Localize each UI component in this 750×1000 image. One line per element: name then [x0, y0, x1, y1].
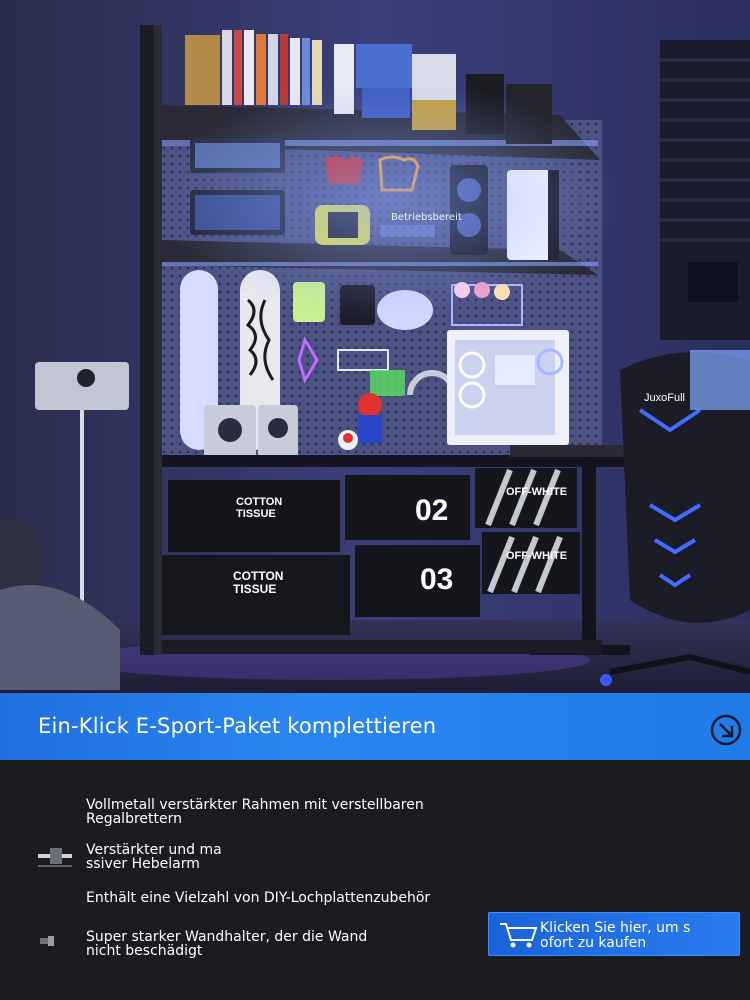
- box-label-02: 02: [415, 494, 449, 527]
- feature-text-line1: Vollmetall verstärkter Rahmen mit verste…: [86, 797, 424, 813]
- circle-arrow-down-right-icon[interactable]: [710, 714, 742, 746]
- feature-text-line1: Verstärkter und ma: [86, 842, 222, 858]
- feature-item-arm: Verstärkter und ma ssiver Hebelarm: [86, 843, 222, 871]
- box-label-off-white-2: OFF-WHITE: [506, 550, 568, 562]
- feature-text-line1: Super starker Wandhalter, der die Wand: [86, 929, 368, 945]
- box-label-cotton-tissue-2: COTTON TISSUE: [233, 569, 284, 596]
- feature-text-line2: ssiver Hebelarm: [86, 856, 200, 872]
- feature-text-line2: Regalbrettern: [86, 811, 182, 827]
- arm-thumbnail-icon: [36, 844, 74, 870]
- feature-text-line1: Enthält eine Vielzahl von DIY-Lochplatte…: [86, 890, 431, 906]
- hero-image: Betriebsbereit COTTON TISSUE 02 OFF-WHIT…: [0, 0, 750, 693]
- bundle-banner[interactable]: Ein-Klick E-Sport-Paket komplettieren: [0, 693, 750, 760]
- buy-button-label: Klicken Sie hier, um s ofort zu kaufen: [540, 921, 690, 951]
- gaming-room-illustration: [0, 0, 750, 693]
- buy-now-button[interactable]: Klicken Sie hier, um s ofort zu kaufen: [488, 912, 740, 956]
- banner-title: Ein-Klick E-Sport-Paket komplettieren: [38, 714, 437, 738]
- box-label-03: 03: [420, 563, 454, 596]
- chair-brand: JuxoFull: [644, 392, 685, 404]
- buy-label-line1: Klicken Sie hier, um s: [540, 920, 691, 936]
- feature-item-accessories: Enthält eine Vielzahl von DIY-Lochplatte…: [86, 891, 430, 905]
- status-tag: Betriebsbereit: [391, 212, 462, 223]
- feature-item-wall-mount: Super starker Wandhalter, der die Wand n…: [86, 930, 367, 958]
- buy-label-line2: ofort zu kaufen: [540, 935, 647, 951]
- feature-text-line2: nicht beschädigt: [86, 943, 203, 959]
- feature-list: Vollmetall verstärkter Rahmen mit verste…: [0, 760, 750, 1000]
- feature-item-frame: Vollmetall verstärkter Rahmen mit verste…: [86, 798, 424, 826]
- box-label-cotton-tissue-1: COTTON TISSUE: [236, 496, 283, 520]
- wall-mount-thumbnail-icon: [40, 936, 54, 946]
- box-label-off-white-1: OFF-WHITE: [506, 486, 568, 498]
- shopping-cart-icon: [500, 923, 538, 948]
